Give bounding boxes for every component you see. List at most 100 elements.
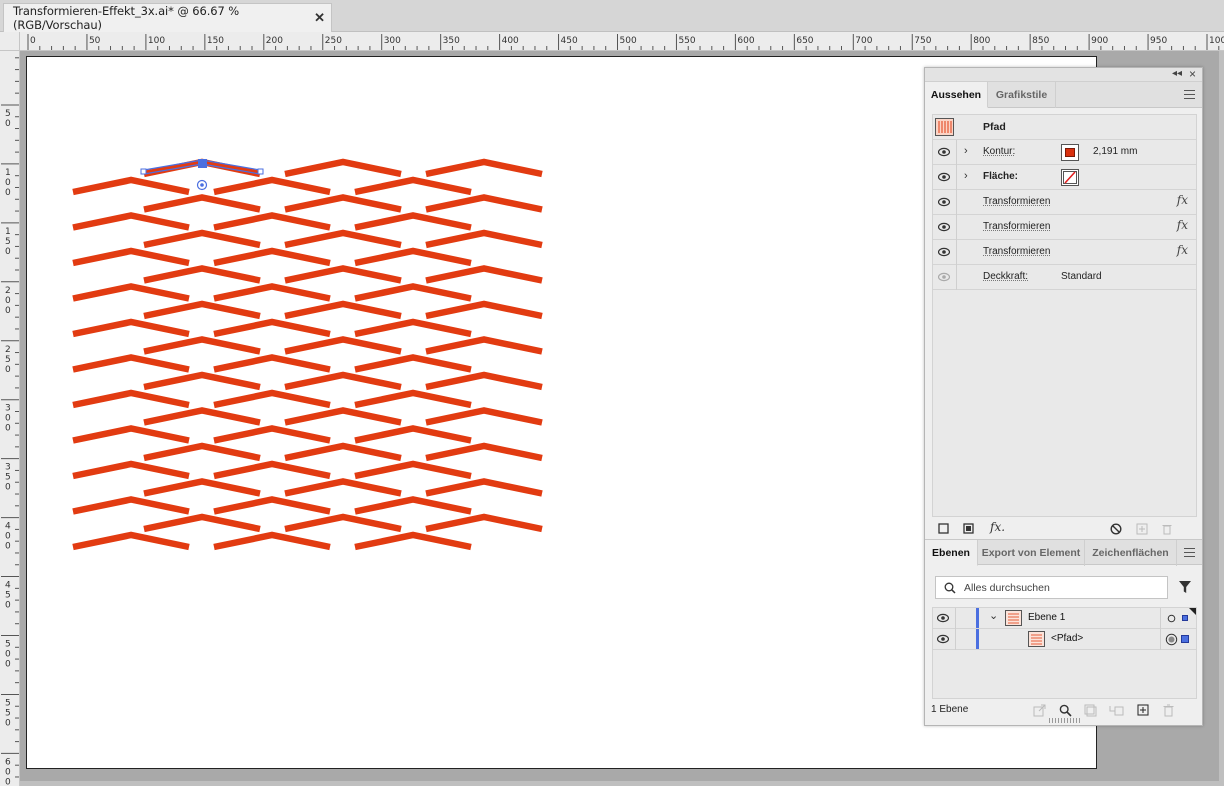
new-fill-icon[interactable] xyxy=(963,523,975,535)
chevron-path[interactable] xyxy=(284,442,402,462)
chevron-path[interactable] xyxy=(354,496,472,515)
chevron-path[interactable] xyxy=(72,354,190,373)
appearance-row-kontur[interactable]: › Kontur: 2,191 mm xyxy=(933,140,1196,165)
chevron-path[interactable] xyxy=(284,265,402,284)
document-tab[interactable]: Transformieren-Effekt_3x.ai* @ 66.67 % (… xyxy=(3,3,332,32)
tab-ebenen[interactable]: Ebenen xyxy=(925,540,978,566)
panel-menu-icon[interactable] xyxy=(1184,90,1195,99)
layer-row-pfad[interactable]: <Pfad> xyxy=(933,629,1196,650)
chevron-path[interactable] xyxy=(72,460,190,480)
chevron-path[interactable] xyxy=(284,371,402,391)
chevron-path[interactable] xyxy=(354,283,472,302)
chevron-right-icon[interactable]: › xyxy=(964,170,968,182)
chevron-path[interactable] xyxy=(143,300,261,320)
visibility-eye-icon[interactable] xyxy=(938,147,950,157)
chevron-path[interactable] xyxy=(425,336,543,355)
chevron-path[interactable] xyxy=(72,389,190,409)
chevron-path[interactable] xyxy=(213,176,331,196)
fx-icon[interactable]: fx xyxy=(1177,193,1188,207)
clear-appearance-icon[interactable] xyxy=(1110,523,1122,535)
clipping-mask-icon[interactable] xyxy=(1084,704,1097,717)
kontur-label[interactable]: Kontur: xyxy=(983,146,1015,157)
chevron-path[interactable] xyxy=(425,478,543,497)
appearance-row-transform-2[interactable]: Transformieren fx xyxy=(933,215,1196,240)
flaeche-none-swatch[interactable] xyxy=(1061,169,1079,186)
chevron-path[interactable] xyxy=(354,318,472,338)
flaeche-label[interactable]: Fläche: xyxy=(983,171,1018,182)
chevron-path[interactable] xyxy=(354,425,472,444)
chevron-right-icon[interactable]: › xyxy=(964,145,968,157)
layers-search[interactable] xyxy=(935,576,1168,599)
appearance-row-deckkraft[interactable]: Deckkraft: Standard xyxy=(933,265,1196,290)
chevron-path[interactable] xyxy=(284,513,402,533)
chevron-path[interactable] xyxy=(213,496,331,515)
anchor-point[interactable] xyxy=(257,168,264,175)
chevron-path[interactable] xyxy=(284,158,402,178)
chevron-path[interactable] xyxy=(143,229,261,249)
chevron-path[interactable] xyxy=(354,389,472,409)
appearance-row-transform-3[interactable]: Transformieren fx xyxy=(933,240,1196,265)
chevron-path[interactable] xyxy=(143,478,261,497)
kontur-value[interactable]: 2,191 mm xyxy=(1093,146,1137,157)
chevron-path[interactable] xyxy=(72,496,190,515)
vertical-ruler[interactable]: 50100150200250300350400450500550600 xyxy=(0,51,20,786)
chevron-path[interactable] xyxy=(213,531,331,551)
chevron-path[interactable] xyxy=(425,407,543,426)
delete-item-icon[interactable] xyxy=(1161,523,1173,535)
chevron-path[interactable] xyxy=(72,176,190,196)
visibility-eye-icon[interactable] xyxy=(938,172,950,182)
chevron-path[interactable] xyxy=(213,354,331,373)
chevron-path[interactable] xyxy=(213,425,331,444)
selection-indicator[interactable] xyxy=(1181,635,1189,643)
path-name[interactable]: <Pfad> xyxy=(1051,633,1083,644)
search-input[interactable] xyxy=(964,580,1164,595)
chevron-path[interactable] xyxy=(143,513,261,533)
chevron-path[interactable] xyxy=(213,212,331,231)
close-panel-icon[interactable]: × xyxy=(1189,67,1196,81)
kontur-swatch[interactable] xyxy=(1061,144,1079,161)
panel-title-bar[interactable]: ◂◂ × xyxy=(925,67,1202,82)
chevron-path[interactable] xyxy=(354,176,472,196)
chevron-path[interactable] xyxy=(284,336,402,355)
chevron-path[interactable] xyxy=(143,265,261,284)
chevron-path[interactable] xyxy=(284,478,402,497)
chevron-path[interactable] xyxy=(284,229,402,249)
visibility-eye-icon[interactable] xyxy=(937,634,949,644)
chevron-path[interactable] xyxy=(425,442,543,462)
locate-object-icon[interactable] xyxy=(1059,704,1072,717)
transform-effect-label[interactable]: Transformieren xyxy=(983,221,1050,232)
chevron-path[interactable] xyxy=(425,229,543,249)
targeted-circle-icon[interactable] xyxy=(1165,633,1178,646)
chevron-path[interactable] xyxy=(354,354,472,373)
fx-icon[interactable]: fx xyxy=(1177,243,1188,257)
export-icon[interactable] xyxy=(1033,704,1046,717)
visibility-eye-icon[interactable] xyxy=(938,222,950,232)
visibility-eye-icon[interactable] xyxy=(938,272,950,282)
new-layer-icon[interactable] xyxy=(1137,704,1150,717)
chevron-path[interactable] xyxy=(354,247,472,267)
selection-indicator[interactable] xyxy=(1182,615,1188,621)
chevron-path[interactable] xyxy=(213,389,331,409)
chevron-path[interactable] xyxy=(354,212,472,231)
chevron-path[interactable] xyxy=(425,265,543,284)
chevron-path[interactable] xyxy=(143,442,261,462)
chevron-path[interactable] xyxy=(72,425,190,444)
chevron-path[interactable] xyxy=(213,283,331,302)
appearance-row-flaeche[interactable]: › Fläche: xyxy=(933,165,1196,190)
panel-resize-grip[interactable] xyxy=(1049,718,1081,723)
tab-zeichenflaechen[interactable]: Zeichenflächen xyxy=(1085,540,1177,566)
chevron-path[interactable] xyxy=(143,336,261,355)
target-circle-icon[interactable] xyxy=(1167,614,1176,623)
layers-menu-icon[interactable] xyxy=(1184,548,1195,557)
chevron-path[interactable] xyxy=(425,371,543,391)
transform-effect-label[interactable]: Transformieren xyxy=(983,196,1050,207)
transform-effect-label[interactable]: Transformieren xyxy=(983,246,1050,257)
tab-export-von-element[interactable]: Export von Element xyxy=(978,540,1085,566)
new-stroke-icon[interactable] xyxy=(938,523,950,535)
add-effect-icon[interactable]: fx. xyxy=(990,520,1005,534)
chevron-path[interactable] xyxy=(72,283,190,302)
appearance-object-row[interactable]: Pfad xyxy=(933,115,1196,140)
chevron-path[interactable] xyxy=(213,247,331,267)
appearance-row-transform-1[interactable]: Transformieren fx xyxy=(933,190,1196,215)
chevron-down-icon[interactable]: ⌄ xyxy=(989,609,998,622)
